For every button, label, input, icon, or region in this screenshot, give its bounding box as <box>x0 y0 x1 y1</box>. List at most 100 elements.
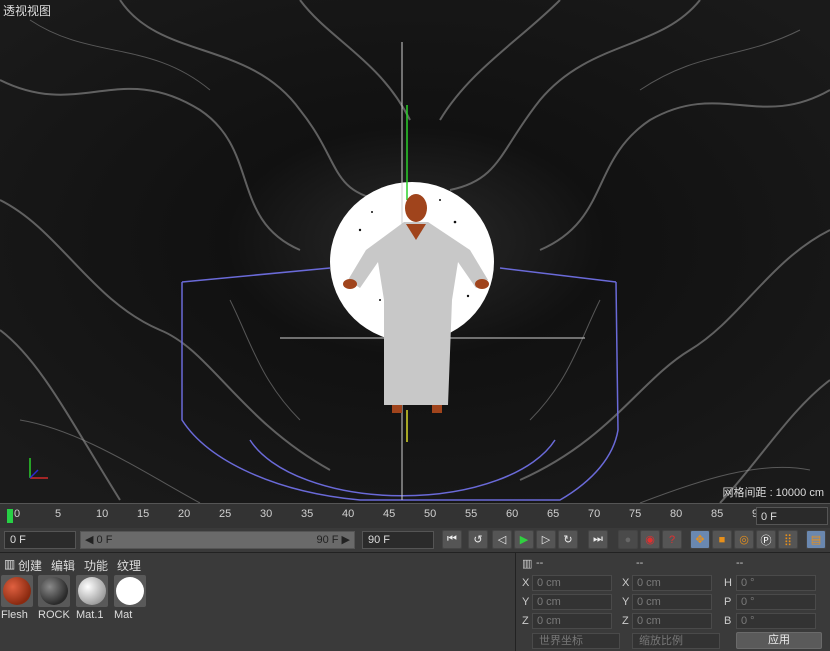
autokey-button[interactable]: ◉ <box>640 530 660 549</box>
timeline-tick-label: 75 <box>629 508 642 520</box>
timeline-tick-label: 60 <box>506 508 519 520</box>
material-label: Mat.1 <box>76 609 104 621</box>
param-p-icon: Ⓟ <box>760 534 772 547</box>
step-forward-icon: ▷ <box>541 534 551 546</box>
coordinate-manager: ▥ -- -- -- X 0 cm X 0 cm H 0 ° Y 0 cm Y … <box>516 553 830 651</box>
material-mat1-ball <box>78 577 106 605</box>
perspective-viewport[interactable]: 透视视图 网格间距 : 10000 cm <box>0 0 830 503</box>
coord-header-rotation: -- <box>736 557 744 569</box>
transport-bar: 0 F ◀ 0 F 90 F ▶ 90 F ⏮ ↺ ◁ ▶ ▷ ↻ ⏭ ● ◉ … <box>0 528 830 552</box>
next-key-button[interactable]: ↻ <box>558 530 578 549</box>
material-mat[interactable]: Mat <box>114 575 148 623</box>
size-x-label: X <box>622 577 630 589</box>
pos-x-field[interactable]: 0 cm <box>532 575 612 591</box>
skip-forward-icon: ⏭ <box>593 533 603 545</box>
play-icon: ▶ <box>519 534 529 546</box>
rotate-key-button[interactable]: ◎ <box>734 530 754 549</box>
material-flesh-swatch <box>1 575 33 607</box>
current-frame-field[interactable]: 0 F <box>756 507 828 525</box>
timeline-tick-label: 20 <box>178 508 191 520</box>
material-label: ROCK <box>38 609 70 621</box>
coord-header-size: -- <box>636 557 644 569</box>
material-mat1-swatch <box>76 575 108 607</box>
prev-frame-button[interactable]: ◁ <box>492 530 512 549</box>
scale-mode-dropdown[interactable]: 缩放比例 <box>632 633 720 649</box>
timeline-tick-label: 50 <box>424 508 437 520</box>
rot-h-label: H <box>724 577 732 589</box>
rot-b-field[interactable]: 0 ° <box>736 613 816 629</box>
rot-b-label: B <box>724 615 732 627</box>
scale-key-button[interactable]: ■ <box>712 530 732 549</box>
pos-y-field[interactable]: 0 cm <box>532 594 612 610</box>
timeline-tick-label: 25 <box>219 508 232 520</box>
timeline-tick-label: 5 <box>55 508 62 520</box>
next-key-icon: ↻ <box>563 534 573 546</box>
timeline-ticks: 051015202530354045505560657075808590 <box>5 504 764 529</box>
end-frame-field[interactable]: 90 F <box>362 531 434 549</box>
size-y-label: Y <box>622 596 630 608</box>
skip-back-icon: ⏮ <box>447 533 457 545</box>
material-rock[interactable]: ROCK <box>38 575 72 623</box>
material-label: Mat <box>114 609 133 621</box>
record-keys-button[interactable]: ● <box>618 530 638 549</box>
record-disabled-icon: ● <box>624 533 632 546</box>
timeline-tick-label: 85 <box>711 508 724 520</box>
timeline-tick-label: 15 <box>137 508 150 520</box>
timeline-tick-label: 45 <box>383 508 396 520</box>
question-icon: ? <box>668 533 676 546</box>
move-key-button[interactable]: ✥ <box>690 530 710 549</box>
material-mat1[interactable]: Mat.1 <box>76 575 110 623</box>
size-x-field[interactable]: 0 cm <box>632 575 712 591</box>
move-icon: ✥ <box>695 534 705 546</box>
slider-end-label: 90 F ▶ <box>316 534 350 546</box>
menu-function[interactable]: 功能 <box>84 557 108 574</box>
size-z-label: Z <box>622 615 629 627</box>
prev-key-button[interactable]: ↺ <box>468 530 488 549</box>
go-to-start-button[interactable]: ⏮ <box>442 530 462 549</box>
menu-texture[interactable]: 纹理 <box>117 557 141 574</box>
timeline-tick-label: 80 <box>670 508 683 520</box>
material-rock-swatch <box>38 575 70 607</box>
timeline-tick-label: 0 <box>14 508 21 520</box>
pos-z-field[interactable]: 0 cm <box>532 613 612 629</box>
grid-spacing-label: 网格间距 : 10000 cm <box>722 487 824 499</box>
coord-panel-grip-icon[interactable]: ▥ <box>522 557 532 570</box>
rot-p-label: P <box>724 596 732 608</box>
keyframe-help-button[interactable]: ? <box>662 530 682 549</box>
pos-y-label: Y <box>522 596 530 608</box>
timeline-tick-label: 70 <box>588 508 601 520</box>
material-mat-ball <box>116 577 144 605</box>
rot-p-field[interactable]: 0 ° <box>736 594 816 610</box>
timeline-tick-label: 10 <box>96 508 109 520</box>
pos-x-label: X <box>522 577 530 589</box>
menu-edit[interactable]: 编辑 <box>51 557 75 574</box>
menu-create[interactable]: 创建 <box>18 557 42 574</box>
play-button[interactable]: ▶ <box>514 530 534 549</box>
coord-header-position: -- <box>536 557 544 569</box>
material-panel-grip-icon[interactable]: ▥ <box>4 557 15 571</box>
scene-render <box>0 0 830 503</box>
timeline-tick-label: 30 <box>260 508 273 520</box>
size-z-field[interactable]: 0 cm <box>632 613 712 629</box>
go-to-end-button[interactable]: ⏭ <box>588 530 608 549</box>
apply-button[interactable]: 应用 <box>736 632 822 649</box>
rot-h-field[interactable]: 0 ° <box>736 575 816 591</box>
autokey-icon: ◉ <box>645 534 655 546</box>
start-frame-field[interactable]: 0 F <box>4 531 76 549</box>
grid-dots-icon: ⣿ <box>783 534 793 546</box>
material-flesh[interactable]: Flesh <box>1 575 35 623</box>
next-frame-button[interactable]: ▷ <box>536 530 556 549</box>
size-y-field[interactable]: 0 cm <box>632 594 712 610</box>
point-level-button[interactable]: ⣿ <box>778 530 798 549</box>
world-coords-dropdown[interactable]: 世界坐标 <box>532 633 620 649</box>
timeline-tick-label: 40 <box>342 508 355 520</box>
material-rock-ball <box>40 577 68 605</box>
param-key-button[interactable]: Ⓟ <box>756 530 776 549</box>
material-flesh-ball <box>3 577 31 605</box>
preview-range-slider[interactable]: ◀ 0 F 90 F ▶ <box>80 531 355 549</box>
material-manager: ▥ 创建 编辑 功能 纹理 Flesh ROCK Mat.1 Mat <box>0 553 516 651</box>
step-back-icon: ◁ <box>497 534 507 546</box>
timeline-window-button[interactable]: ▤ <box>806 530 826 549</box>
timeline-ruler[interactable]: 051015202530354045505560657075808590 0 F <box>0 503 830 529</box>
prev-key-icon: ↺ <box>473 534 483 546</box>
